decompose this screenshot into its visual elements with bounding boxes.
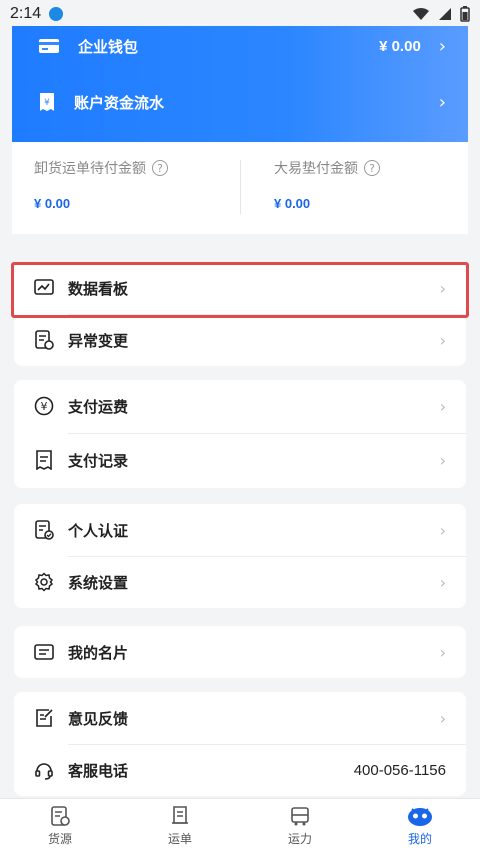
data-board-label: 数据看板 <box>68 279 129 298</box>
dayi-advance-amount: 大易垫付金额? ¥ 0.00 <box>274 158 380 211</box>
tab-goods-label: 货源 <box>47 832 72 846</box>
chevron-right-icon: › <box>439 520 446 540</box>
menu-card-data: 数据看板 › 异常变更 › <box>14 262 466 366</box>
receipt-icon: ¥ <box>40 93 54 111</box>
card-icon <box>39 39 59 53</box>
amounts-card: 卸货运单待付金额? ¥ 0.00 大易垫付金额? ¥ 0.00 <box>12 142 468 234</box>
tab-mine-label: 我的 <box>407 832 432 846</box>
enterprise-wallet-value: ¥ 0.00 <box>379 37 421 55</box>
waybill-scroll-icon <box>172 806 188 824</box>
edit-note-icon <box>34 708 54 728</box>
personal-auth-label: 个人认证 <box>68 521 129 540</box>
signal-icon <box>439 8 451 20</box>
chevron-right-icon: › <box>438 35 446 57</box>
chevron-right-icon: › <box>439 450 446 470</box>
pay-freight-label: 支付运费 <box>68 397 129 416</box>
exception-change-row[interactable]: 异常变更 › <box>14 314 466 366</box>
tab-capacity-label: 运力 <box>287 832 312 846</box>
pay-freight-row[interactable]: ¥ 支付运费 › <box>14 380 466 432</box>
verified-doc-icon <box>34 520 54 540</box>
gear-icon <box>34 572 54 592</box>
mascot-icon <box>408 808 432 826</box>
receipt-icon <box>34 450 54 470</box>
help-icon[interactable]: ? <box>152 160 168 176</box>
status-icons <box>412 6 470 22</box>
feedback-row[interactable]: 意见反馈 › <box>14 692 466 744</box>
headset-icon <box>34 760 54 780</box>
wallet-card: 企业钱包 ¥ 0.00 › ¥ 账户资金流水 › <box>12 26 468 142</box>
system-settings-row[interactable]: 系统设置 › <box>14 556 466 608</box>
tab-waybill[interactable]: 运单 <box>120 799 240 853</box>
enterprise-wallet-label: 企业钱包 <box>78 37 139 56</box>
system-settings-label: 系统设置 <box>68 573 129 592</box>
truck-icon <box>291 807 309 826</box>
personal-auth-row[interactable]: 个人认证 › <box>14 504 466 556</box>
amounts-divider <box>240 160 241 214</box>
account-flow-label: 账户资金流水 <box>74 93 165 112</box>
customer-service-row[interactable]: 客服电话 400-056-1156 <box>14 744 466 796</box>
unload-pending-label: 卸货运单待付金额 <box>34 161 146 177</box>
chevron-right-icon: › <box>439 278 446 298</box>
tab-capacity[interactable]: 运力 <box>240 799 360 853</box>
menu-card-account: 个人认证 › 系统设置 › <box>14 504 466 608</box>
business-card-icon <box>34 642 54 662</box>
svg-text:¥: ¥ <box>44 98 50 108</box>
exception-doc-icon <box>34 330 54 350</box>
menu-card-profile: 我的名片 › <box>14 626 466 678</box>
customer-service-phone[interactable]: 400-056-1156 <box>354 762 446 779</box>
chevron-right-icon: › <box>439 642 446 662</box>
data-board-row[interactable]: 数据看板 › <box>14 262 466 314</box>
dashboard-icon <box>34 278 54 298</box>
app-notification-icon <box>49 7 64 21</box>
tab-mine[interactable]: 我的 <box>360 799 480 853</box>
menu-card-support: 意见反馈 › 客服电话 400-056-1156 <box>14 692 466 796</box>
help-icon[interactable]: ? <box>364 160 380 176</box>
goods-doc-icon <box>51 806 70 826</box>
pay-records-row[interactable]: 支付记录 › <box>14 434 466 486</box>
bottom-tab-bar: 货源 运单 运力 我的 <box>0 798 480 853</box>
enterprise-wallet-row[interactable]: 企业钱包 ¥ 0.00 › <box>12 26 468 66</box>
menu-card-payment: ¥ 支付运费 › 支付记录 › <box>14 380 466 488</box>
chevron-right-icon: › <box>439 708 446 728</box>
wifi-icon <box>413 7 429 20</box>
status-time: 2:14 <box>10 5 42 22</box>
yen-circle-icon: ¥ <box>34 396 54 416</box>
svg-text:¥: ¥ <box>41 400 48 413</box>
chevron-right-icon: › <box>439 396 446 416</box>
tab-goods[interactable]: 货源 <box>0 799 120 853</box>
chevron-right-icon: › <box>439 572 446 592</box>
battery-icon <box>460 6 470 22</box>
dayi-advance-value: ¥ 0.00 <box>274 196 311 211</box>
account-flow-row[interactable]: ¥ 账户资金流水 › <box>12 82 468 122</box>
my-card-row[interactable]: 我的名片 › <box>14 626 466 678</box>
unload-pending-amount: 卸货运单待付金额? ¥ 0.00 <box>34 158 168 211</box>
my-card-label: 我的名片 <box>68 643 129 662</box>
chevron-right-icon: › <box>438 91 446 113</box>
tab-waybill-label: 运单 <box>167 832 192 846</box>
pay-records-label: 支付记录 <box>68 451 129 470</box>
chevron-right-icon: › <box>439 330 446 350</box>
customer-service-label: 客服电话 <box>68 761 129 780</box>
feedback-label: 意见反馈 <box>68 709 129 728</box>
dayi-advance-label: 大易垫付金额 <box>274 161 358 177</box>
unload-pending-value: ¥ 0.00 <box>34 196 71 211</box>
exception-change-label: 异常变更 <box>68 331 129 350</box>
status-bar: 2:14 <box>0 0 480 28</box>
